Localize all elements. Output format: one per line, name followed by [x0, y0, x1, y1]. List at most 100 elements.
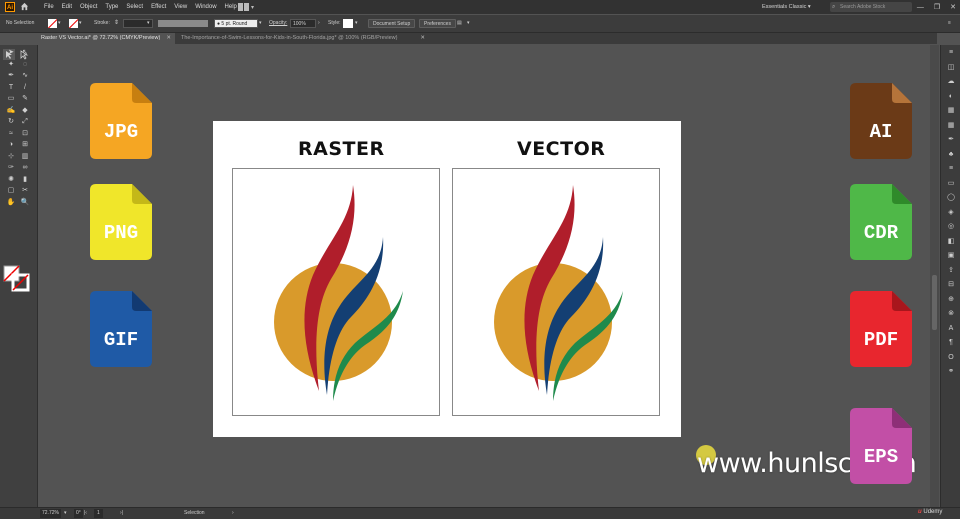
raster-logo-frame[interactable] [232, 168, 440, 416]
graphic-style-swatch[interactable] [343, 19, 353, 28]
chevron-down-icon[interactable]: ▾ [64, 509, 67, 518]
close-icon[interactable]: ✕ [420, 33, 425, 44]
color-guide-panel-icon[interactable]: ▦ [946, 107, 956, 115]
menu-effect[interactable]: Effect [151, 4, 166, 10]
magic-wand-tool-icon[interactable]: ✦ [5, 60, 17, 69]
symbol-sprayer-tool-icon[interactable]: ✺ [5, 175, 17, 184]
chevron-down-icon[interactable]: ▾ [79, 19, 82, 28]
swatches-panel-icon[interactable]: ▦ [946, 122, 956, 130]
stroke-panel-icon[interactable]: ≡ [946, 165, 956, 173]
artboard[interactable]: RASTER VECTOR [213, 121, 681, 437]
vector-logo-frame[interactable] [452, 168, 660, 416]
artboard-number-field[interactable]: 1 [94, 509, 103, 518]
align-icon[interactable]: ▤ [457, 19, 462, 28]
gradient-panel-icon[interactable]: ▭ [946, 180, 956, 188]
menu-file[interactable]: File [44, 4, 54, 10]
menu-type[interactable]: Type [105, 4, 118, 10]
stroke-stepper[interactable]: ⇕ [114, 19, 119, 28]
layers-panel-icon[interactable]: ◫ [946, 64, 956, 72]
brushes-panel-icon[interactable]: ✒ [946, 136, 956, 144]
zoom-field[interactable]: 72.72% [40, 509, 61, 518]
line-segment-tool-icon[interactable]: / [19, 83, 31, 92]
perspective-grid-tool-icon[interactable]: ⊞ [19, 140, 31, 149]
character-panel-icon[interactable]: A [946, 325, 956, 333]
chevron-down-icon[interactable]: ▾ [58, 19, 61, 28]
vertical-scrollbar[interactable] [930, 45, 939, 507]
fill-stroke-swatches[interactable] [3, 265, 31, 293]
menu-help[interactable]: Help [225, 4, 237, 10]
rotate-tool-icon[interactable]: ↻ [5, 117, 17, 126]
tab-swim-lessons-image[interactable]: The-Importance-of-Swim-Lessons-for-Kids-… [177, 33, 429, 44]
paintbrush-tool-icon[interactable]: ✎ [19, 94, 31, 103]
column-graph-tool-icon[interactable]: ▮ [19, 175, 31, 184]
free-transform-tool-icon[interactable]: ⊡ [19, 129, 31, 138]
stroke-swatch[interactable] [69, 19, 78, 28]
direct-selection-tool-icon[interactable]: ↖ [19, 48, 31, 57]
menu-object[interactable]: Object [80, 4, 97, 10]
brush-definition[interactable]: ● 5 pt. Round [214, 19, 258, 28]
mesh-tool-icon[interactable]: ⊹ [5, 152, 17, 161]
close-icon[interactable]: ✕ [166, 33, 171, 44]
rotation-field[interactable]: 0° [74, 509, 83, 518]
opacity-field[interactable]: 100% [290, 19, 316, 28]
scrollbar-thumb[interactable] [932, 275, 937, 330]
graphic-styles-panel-icon[interactable]: ◎ [946, 223, 956, 231]
hand-tool-icon[interactable]: ✋ [5, 198, 17, 207]
type-tool-icon[interactable]: T [5, 83, 17, 92]
shape-builder-tool-icon[interactable]: ◑ [5, 140, 17, 149]
pen-tool-icon[interactable]: ✒ [5, 71, 17, 80]
menu-select[interactable]: Select [126, 4, 143, 10]
transparency-panel-icon[interactable]: ◯ [946, 194, 956, 202]
menu-window[interactable]: Window [195, 4, 216, 10]
previous-artboard-icon[interactable]: |‹ [84, 509, 87, 518]
next-artboard-icon[interactable]: ›| [120, 509, 123, 518]
home-icon[interactable] [20, 2, 29, 11]
gradient-tool-icon[interactable]: ▥ [19, 152, 31, 161]
width-tool-icon[interactable]: ≈ [5, 129, 17, 138]
document-setup-button[interactable]: Document Setup [368, 19, 416, 28]
chevron-right-icon[interactable]: › [318, 19, 320, 28]
panel-menu-icon[interactable]: ≡ [948, 19, 951, 28]
arrange-documents-icon[interactable] [238, 3, 254, 11]
eyedropper-tool-icon[interactable]: ✑ [5, 163, 17, 172]
eraser-tool-icon[interactable]: ◆ [19, 106, 31, 115]
opentype-panel-icon[interactable]: O [946, 354, 956, 362]
artboard-tool-icon[interactable]: ▢ [5, 186, 17, 195]
variable-width-profile[interactable] [158, 20, 208, 27]
minimize-icon[interactable]: — [917, 4, 924, 11]
asset-export-panel-icon[interactable]: ⇪ [946, 267, 956, 275]
align-panel-icon[interactable]: ⊟ [946, 281, 956, 289]
properties-panel-icon[interactable]: ≡ [946, 49, 956, 57]
blend-tool-icon[interactable]: ∞ [19, 163, 31, 172]
chevron-down-icon[interactable]: ▾ [355, 19, 358, 28]
workspace-switcher[interactable]: Essentials Classic ▾ [762, 2, 824, 12]
chevron-down-icon[interactable]: ▾ [467, 19, 470, 28]
preferences-button[interactable]: Preferences [419, 19, 456, 28]
close-icon[interactable]: ✕ [950, 3, 956, 11]
lasso-tool-icon[interactable]: ◌ [19, 60, 31, 69]
shaper-tool-icon[interactable]: ✍ [5, 106, 17, 115]
menu-view[interactable]: View [174, 4, 187, 10]
appearance-panel-icon[interactable]: ◈ [946, 209, 956, 217]
fill-swatch[interactable] [48, 19, 57, 28]
paragraph-panel-icon[interactable]: ¶ [946, 339, 956, 347]
stock-search-input[interactable]: ⌕ Search Adobe Stock [830, 2, 912, 12]
artboards-panel-icon[interactable]: ▣ [946, 252, 956, 260]
symbols-panel-icon[interactable]: ♣ [946, 151, 956, 159]
pathfinder-panel-icon[interactable]: ⊗ [946, 310, 956, 318]
libraries-panel-icon[interactable]: ☁ [946, 78, 956, 86]
rectangle-tool-icon[interactable]: ▭ [5, 94, 17, 103]
selection-tool-icon[interactable]: ➤ [5, 48, 17, 57]
menu-edit[interactable]: Edit [62, 4, 72, 10]
color-panel-icon[interactable]: ◐ [946, 93, 956, 101]
transform-panel-icon[interactable]: ⊕ [946, 296, 956, 304]
layers-panel-panel-icon[interactable]: ◧ [946, 238, 956, 246]
scale-tool-icon[interactable]: ⤢ [19, 117, 31, 126]
tab-raster-vs-vector[interactable]: Raster VS Vector.ai* @ 72.72% (CMYK/Prev… [37, 33, 175, 44]
opacity-label[interactable]: Opacity: [269, 19, 287, 28]
slice-tool-icon[interactable]: ✂ [19, 186, 31, 195]
chevron-down-icon[interactable]: ▾ [259, 19, 262, 28]
restore-icon[interactable]: ❐ [934, 3, 940, 11]
links-panel-icon[interactable]: ⚭ [946, 368, 956, 376]
chevron-down-icon[interactable]: ▾ [147, 19, 150, 28]
